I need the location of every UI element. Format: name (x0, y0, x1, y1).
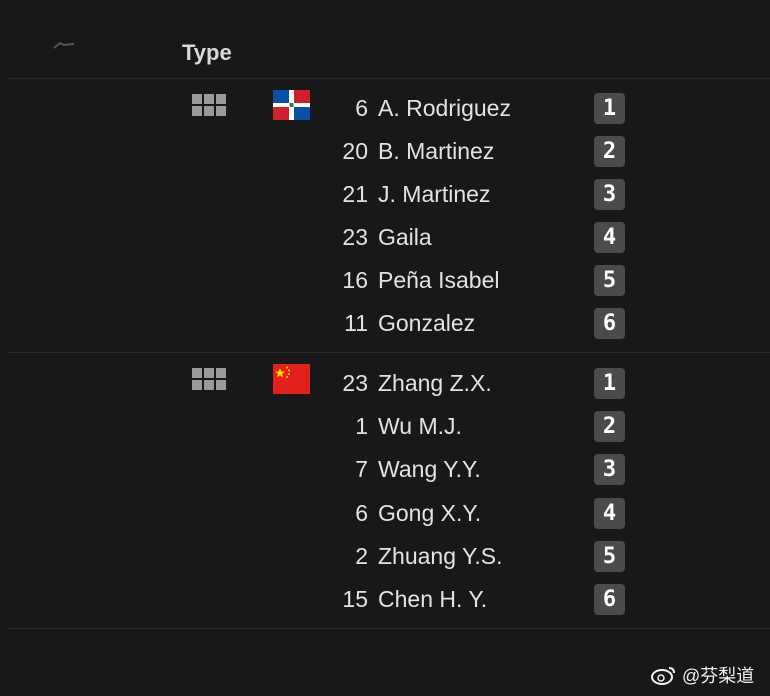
player-number: 23 (342, 370, 368, 396)
player-number: 7 (355, 456, 368, 482)
player-number: 6 (355, 95, 368, 121)
position-badge: 3 (594, 454, 625, 485)
watermark-text: @芬梨道 (682, 666, 755, 686)
player-number: 21 (342, 181, 368, 207)
player-name: A. Rodriguez (378, 95, 511, 121)
position-badge: 4 (594, 222, 625, 253)
player-name: Peña Isabel (378, 267, 500, 293)
player-row[interactable]: 6 Gong X.Y. 4 (8, 493, 770, 533)
player-row[interactable]: 7 Wang Y.Y. 3 (8, 449, 770, 489)
player-number: 1 (355, 413, 368, 439)
player-name: Gonzalez (378, 310, 476, 336)
player-row[interactable]: 2 Zhuang Y.S. 5 (8, 536, 770, 576)
watermark: @芬梨道 (651, 662, 754, 688)
position-badge: 1 (594, 368, 625, 399)
weibo-icon (651, 667, 675, 685)
position-badge: 1 (594, 93, 625, 124)
player-number: 6 (355, 500, 368, 526)
player-row[interactable]: 23 Zhang Z.X. 1 (8, 363, 770, 403)
position-badge: 6 (594, 584, 625, 615)
player-row[interactable]: 1 Wu M.J. 2 (8, 406, 770, 446)
position-badge: 2 (594, 136, 625, 167)
player-row[interactable]: 16 Peña Isabel 5 (8, 260, 770, 300)
player-name: J. Martinez (378, 181, 491, 207)
type-column-header: Type (182, 40, 232, 65)
player-number: 11 (344, 310, 368, 336)
player-name: Zhuang Y.S. (378, 543, 503, 569)
player-name: Zhang Z.X. (378, 370, 492, 396)
player-row[interactable]: 6 A. Rodriguez 1 (8, 88, 770, 128)
position-badge: 4 (594, 498, 625, 529)
player-row[interactable]: 15 Chen H. Y. 6 (8, 579, 770, 619)
player-number: 16 (342, 267, 368, 293)
position-badge: 3 (594, 179, 625, 210)
player-number: 2 (355, 543, 368, 569)
player-name: Gong X.Y. (378, 500, 482, 526)
position-badge: 6 (594, 308, 625, 339)
player-row[interactable]: 11 Gonzalez 6 (8, 303, 770, 343)
player-number: 15 (342, 586, 368, 612)
player-row[interactable]: 23 Gaila 4 (8, 217, 770, 257)
player-name: B. Martinez (378, 138, 495, 164)
player-number: 20 (342, 138, 368, 164)
position-badge: 5 (594, 541, 625, 572)
lineup-header: Type (8, 28, 770, 79)
player-row[interactable]: 20 B. Martinez 2 (8, 131, 770, 171)
player-name: Wang Y.Y. (378, 456, 481, 482)
player-number: 23 (342, 224, 368, 250)
position-badge: 2 (594, 411, 625, 442)
player-name: Gaila (378, 224, 432, 250)
team-china: 23 Zhang Z.X. 1 1 Wu M.J. 2 7 Wang Y.Y. … (8, 354, 770, 629)
player-row[interactable]: 21 J. Martinez 3 (8, 174, 770, 214)
team-dominican-republic: 6 A. Rodriguez 1 20 B. Martinez 2 21 J. … (8, 80, 770, 353)
player-name: Wu M.J. (378, 413, 462, 439)
league-logo-icon (53, 41, 75, 49)
position-badge: 5 (594, 265, 625, 296)
player-name: Chen H. Y. (378, 586, 488, 612)
